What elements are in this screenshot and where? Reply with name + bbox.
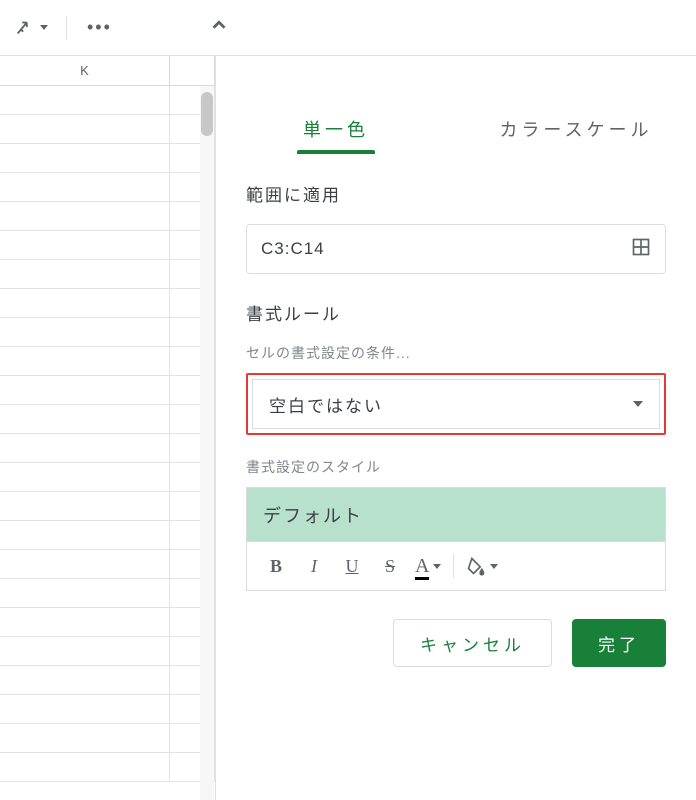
- style-preview[interactable]: デフォルト: [246, 487, 666, 541]
- button-label: 完了: [598, 631, 640, 656]
- grid-row[interactable]: [0, 144, 215, 173]
- grid-row[interactable]: [0, 231, 215, 260]
- tab-label: カラースケール: [499, 120, 652, 140]
- column-header[interactable]: K: [0, 56, 170, 85]
- underline-button[interactable]: U: [333, 549, 371, 583]
- panel-footer: キャンセル 完了: [216, 591, 696, 667]
- more-menu-button[interactable]: •••: [81, 13, 118, 42]
- paint-bucket-icon: [466, 556, 486, 576]
- separator: [453, 554, 454, 578]
- grid-row[interactable]: [0, 173, 215, 202]
- grid-row[interactable]: [0, 289, 215, 318]
- scrollbar-thumb[interactable]: [201, 92, 213, 136]
- grid-row[interactable]: [0, 318, 215, 347]
- text-color-button[interactable]: A: [409, 555, 447, 578]
- vertical-scrollbar[interactable]: [200, 86, 214, 800]
- caret-down-icon: [490, 564, 498, 569]
- grid-row[interactable]: [0, 463, 215, 492]
- caret-down-icon: [633, 401, 643, 407]
- collapse-button[interactable]: [208, 14, 230, 41]
- dropdown-value: 空白ではない: [269, 392, 383, 417]
- caret-down-icon: [40, 25, 48, 30]
- conditional-format-panel: 単一色 カラースケール 範囲に適用 書式ルール セルの書式設定の条件...: [216, 56, 696, 800]
- done-button[interactable]: 完了: [572, 619, 666, 667]
- column-header-row: K: [0, 56, 215, 86]
- caret-down-icon: [433, 564, 441, 569]
- select-range-button[interactable]: [631, 237, 651, 262]
- format-rules-label: 書式ルール: [246, 300, 666, 325]
- fill-color-button[interactable]: [460, 556, 504, 576]
- condition-sub-label: セルの書式設定の条件...: [246, 343, 666, 363]
- grid-body[interactable]: [0, 86, 215, 782]
- range-input-container: [246, 224, 666, 274]
- condition-dropdown-highlight: 空白ではない: [246, 373, 666, 435]
- grid-row[interactable]: [0, 115, 215, 144]
- grid-row[interactable]: [0, 434, 215, 463]
- style-toolbar: B I U S A: [246, 541, 666, 591]
- strikethrough-button[interactable]: S: [371, 549, 409, 583]
- apply-range-label: 範囲に適用: [246, 181, 666, 206]
- condition-dropdown[interactable]: 空白ではない: [252, 379, 660, 429]
- text-rotation-icon: [14, 17, 36, 39]
- cancel-button[interactable]: キャンセル: [393, 619, 552, 667]
- grid-row[interactable]: [0, 637, 215, 666]
- grid-row[interactable]: [0, 347, 215, 376]
- style-preview-text: デフォルト: [263, 502, 363, 528]
- italic-button[interactable]: I: [295, 549, 333, 583]
- grid-row[interactable]: [0, 521, 215, 550]
- text-color-icon: A: [415, 555, 429, 578]
- range-input[interactable]: [261, 239, 631, 259]
- grid-row[interactable]: [0, 376, 215, 405]
- grid-row[interactable]: [0, 550, 215, 579]
- grid-row[interactable]: [0, 695, 215, 724]
- tab-color-scale[interactable]: カラースケール: [456, 106, 696, 154]
- grid-row[interactable]: [0, 753, 215, 782]
- separator: [66, 16, 67, 40]
- grid-row[interactable]: [0, 492, 215, 521]
- grid-row[interactable]: [0, 405, 215, 434]
- column-header-next[interactable]: [170, 56, 215, 85]
- grid-row[interactable]: [0, 579, 215, 608]
- grid-row[interactable]: [0, 260, 215, 289]
- grid-row[interactable]: [0, 86, 215, 115]
- button-label: キャンセル: [420, 631, 525, 656]
- active-tab-indicator: [297, 150, 375, 154]
- grid-row[interactable]: [0, 724, 215, 753]
- grid-row[interactable]: [0, 608, 215, 637]
- style-sub-label: 書式設定のスタイル: [246, 457, 666, 477]
- bold-button[interactable]: B: [257, 549, 295, 583]
- grid-icon: [631, 237, 651, 257]
- spreadsheet-grid[interactable]: K: [0, 56, 216, 800]
- panel-tabs: 単一色 カラースケール: [216, 106, 696, 155]
- grid-row[interactable]: [0, 202, 215, 231]
- tab-label: 単一色: [303, 120, 369, 140]
- tab-single-color[interactable]: 単一色: [216, 106, 456, 154]
- grid-row[interactable]: [0, 666, 215, 695]
- text-rotation-button[interactable]: [10, 13, 52, 43]
- toolbar: ••• 条件付き書式設定ルール: [0, 0, 696, 56]
- chevron-up-icon: [208, 14, 230, 36]
